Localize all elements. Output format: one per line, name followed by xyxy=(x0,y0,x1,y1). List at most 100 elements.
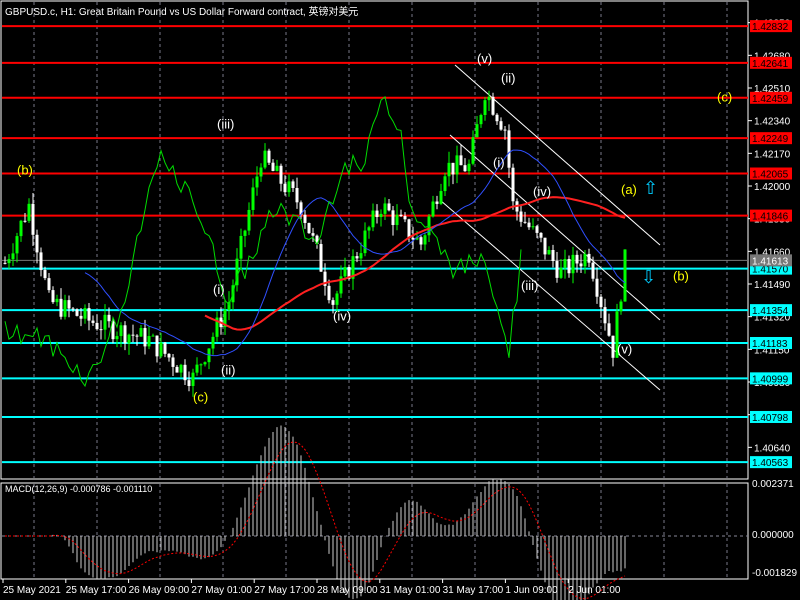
candle-body xyxy=(11,253,15,260)
candle-body xyxy=(395,214,399,226)
candle-body xyxy=(599,296,603,308)
candle-body xyxy=(175,366,179,373)
candle-body xyxy=(43,270,47,279)
candle-body xyxy=(419,237,423,245)
candle-body xyxy=(547,249,551,255)
price-tick-label: 1.41490 xyxy=(754,280,791,291)
price-tick-label: 1.42340 xyxy=(754,117,791,128)
price-chart[interactable]: 1.428501.426801.425101.423401.421701.420… xyxy=(0,0,800,600)
candle-body xyxy=(259,167,263,177)
wave-label: (iv) xyxy=(533,184,551,199)
wave-label: (iii) xyxy=(217,117,234,132)
candle-body xyxy=(379,213,383,218)
candle-body xyxy=(311,233,315,236)
chart-window[interactable]: 1.428501.426801.425101.423401.421701.420… xyxy=(0,0,800,600)
candle-body xyxy=(319,244,323,272)
candle-body xyxy=(147,336,151,347)
candle-body xyxy=(595,278,599,297)
time-label: 31 May 01:00 xyxy=(380,585,441,596)
candle-body xyxy=(619,301,623,312)
resistance-price: 1.42832 xyxy=(752,22,789,33)
time-label: 2 Jun 01:00 xyxy=(568,585,621,596)
candle-body xyxy=(55,298,59,303)
time-label: 31 May 17:00 xyxy=(443,585,504,596)
candle-body xyxy=(535,226,539,233)
candle-body xyxy=(243,230,247,236)
candle-body xyxy=(239,235,243,259)
candle-body xyxy=(423,235,427,245)
candle-body xyxy=(611,335,615,358)
candle-body xyxy=(359,253,363,259)
candle-body xyxy=(23,220,27,222)
candle-body xyxy=(527,222,531,228)
support-price: 1.41354 xyxy=(752,306,789,317)
macd-tick-label: -0.001829 xyxy=(752,568,797,579)
candle-body xyxy=(271,162,275,171)
time-label: 1 Jun 09:00 xyxy=(505,585,558,596)
candle-body xyxy=(531,226,535,228)
candle-body xyxy=(467,163,471,172)
candle-body xyxy=(483,100,487,116)
candle-body xyxy=(211,336,215,349)
candle-body xyxy=(71,308,75,310)
candle-body xyxy=(495,114,499,122)
candle-body xyxy=(507,130,511,168)
candle-body xyxy=(283,183,287,193)
candle-body xyxy=(551,249,555,262)
candle-body xyxy=(579,263,583,267)
candle-body xyxy=(563,258,567,268)
candle-body xyxy=(503,129,507,131)
candle-body xyxy=(95,322,99,330)
candle-body xyxy=(279,165,283,184)
candle-body xyxy=(511,167,515,202)
candle-body xyxy=(19,220,23,237)
support-price: 1.40563 xyxy=(752,458,789,469)
candle-body xyxy=(83,308,87,319)
support-price: 1.40798 xyxy=(752,413,789,424)
candle-body xyxy=(375,210,379,218)
candle-body xyxy=(103,314,107,330)
candle-body xyxy=(555,261,559,278)
candle-body xyxy=(335,293,339,305)
macd-label: MACD(12,26,9) -0.000786 -0.001110 xyxy=(5,484,153,494)
macd-tick-label: 0.000000 xyxy=(752,530,794,541)
down-arrow-icon: ⇩ xyxy=(641,267,656,287)
candle-body xyxy=(163,342,167,354)
candle-body xyxy=(295,187,299,203)
candle-body xyxy=(167,353,171,358)
candle-body xyxy=(51,290,55,303)
candle-body xyxy=(459,155,463,166)
candle-body xyxy=(463,165,467,172)
candle-body xyxy=(247,209,251,231)
candle-body xyxy=(255,176,259,188)
channel-line xyxy=(439,199,661,391)
candle-body xyxy=(583,253,587,267)
candle-body xyxy=(403,216,407,220)
wave-label: (i) xyxy=(213,282,225,297)
candle-body xyxy=(3,262,7,264)
time-label: 27 May 17:00 xyxy=(254,585,315,596)
candle-body xyxy=(407,219,411,239)
candle-body xyxy=(75,309,79,316)
support-price: 1.40999 xyxy=(752,374,789,385)
candle-body xyxy=(471,137,475,164)
candle-body xyxy=(623,249,627,302)
candle-body xyxy=(327,285,331,301)
candle-body xyxy=(523,221,527,223)
candle-body xyxy=(355,256,359,259)
candle-body xyxy=(455,155,459,175)
candle-body xyxy=(439,191,443,204)
candle-body xyxy=(603,307,607,324)
candle-body xyxy=(135,335,139,337)
wave-label: (i) xyxy=(493,155,505,170)
candle-body xyxy=(7,259,11,264)
candle-body xyxy=(35,234,39,253)
candle-body xyxy=(39,252,43,271)
resistance-price: 1.42249 xyxy=(752,134,789,145)
candle-body xyxy=(131,334,135,336)
price-tick-label: 1.42170 xyxy=(754,149,791,160)
resistance-price: 1.42641 xyxy=(752,59,789,70)
candle-body xyxy=(183,364,187,381)
candle-body xyxy=(287,181,291,193)
wave-label: (ii) xyxy=(501,70,515,85)
